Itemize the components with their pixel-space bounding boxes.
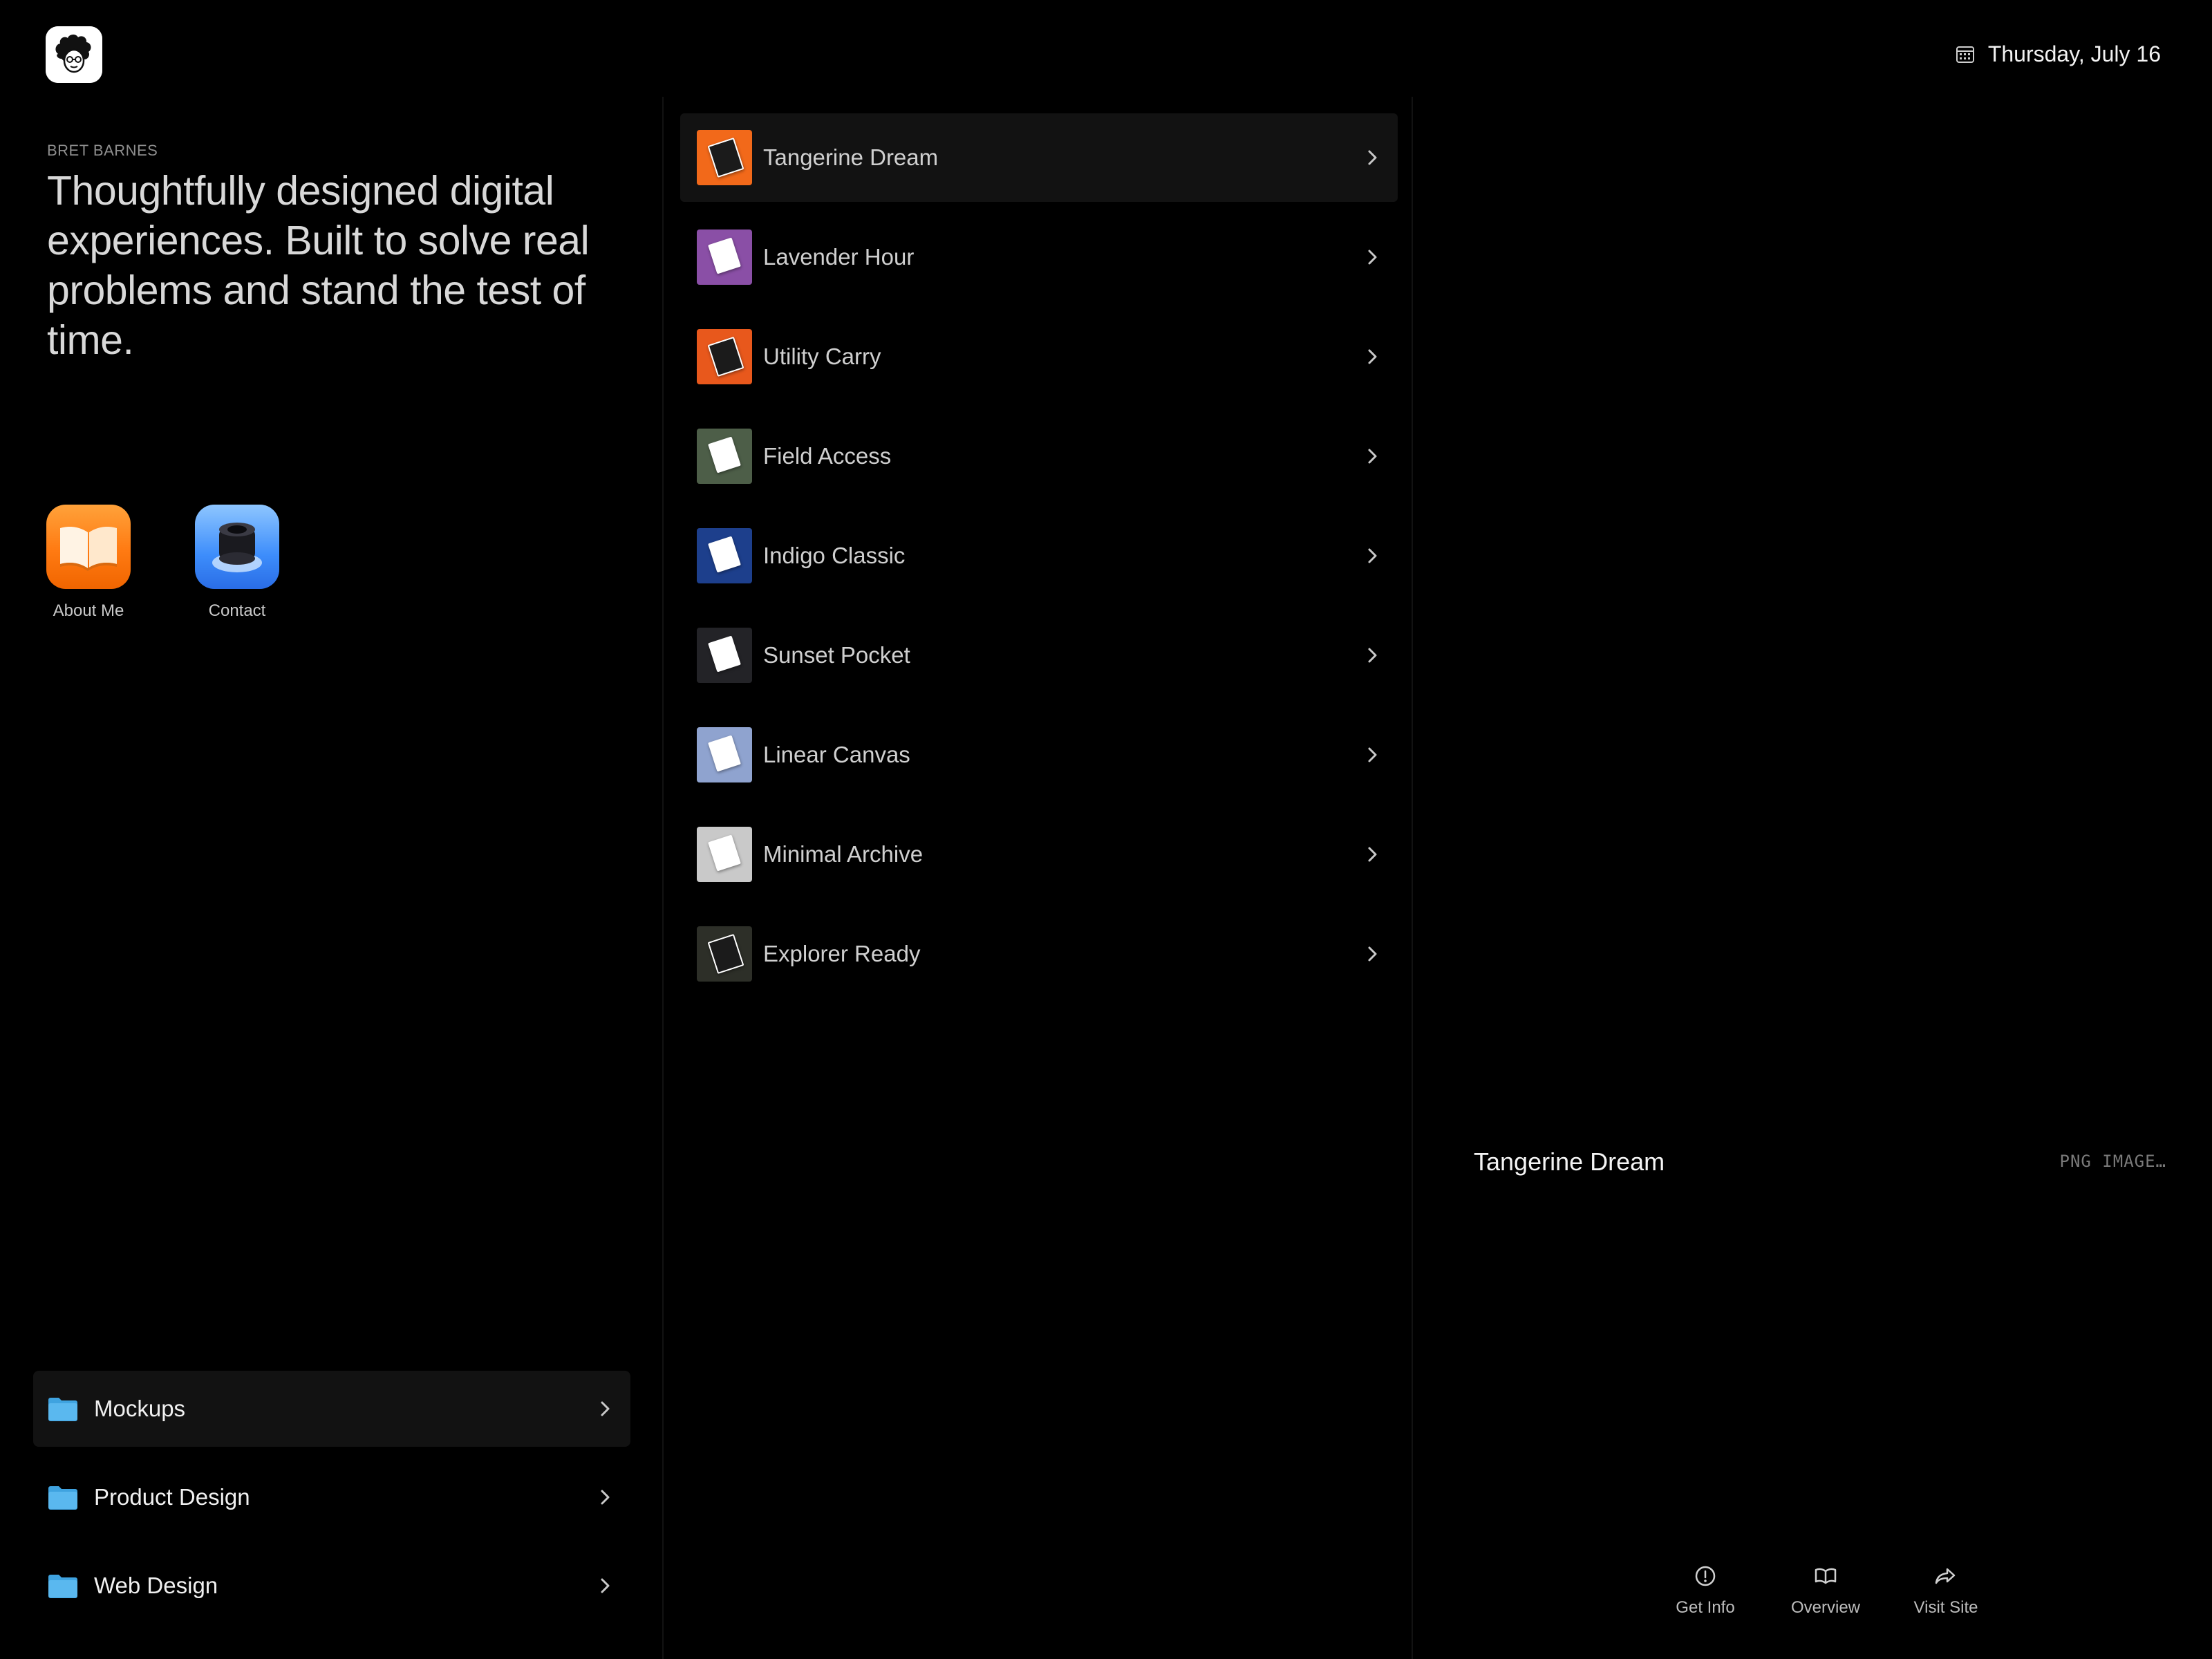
folder-icon (48, 1486, 77, 1510)
folder-label: Product Design (94, 1484, 250, 1510)
list-item[interactable]: Minimal Archive (680, 810, 1398, 899)
project-thumbnail (697, 628, 752, 683)
item-label: Lavender Hour (763, 244, 915, 270)
item-label: Indigo Classic (763, 543, 906, 568)
app-label: Contact (208, 601, 266, 620)
list-item[interactable]: Field Access (680, 412, 1398, 500)
item-label: Sunset Pocket (763, 642, 910, 668)
info-icon (1695, 1566, 1716, 1586)
item-label: Explorer Ready (763, 941, 921, 966)
item-label: Minimal Archive (763, 841, 924, 867)
chevron-right-icon (1368, 250, 1377, 265)
chevron-right-icon (1368, 349, 1377, 364)
file-type-label: PNG IMAGE… (2059, 1152, 2166, 1171)
item-label: Field Access (763, 443, 892, 469)
chevron-right-icon (1368, 548, 1377, 563)
book-app-icon (46, 505, 131, 589)
chevron-right-icon (1368, 747, 1377, 762)
project-thumbnail (697, 429, 752, 484)
book-open-icon (1815, 1568, 1837, 1584)
contact-app-icon (195, 505, 279, 589)
visit-site-button[interactable]: Visit Site (1886, 1564, 2006, 1618)
preview-title: Tangerine Dream (1474, 1147, 1665, 1176)
list-item[interactable]: Explorer Ready (680, 910, 1398, 998)
chevron-right-icon (1368, 648, 1377, 663)
list-item[interactable]: Sunset Pocket (680, 611, 1398, 700)
chevron-right-icon (1368, 449, 1377, 464)
project-thumbnail (697, 926, 752, 982)
folder-icon (48, 1398, 77, 1421)
folder-label: Web Design (94, 1573, 218, 1598)
overview-button[interactable]: Overview (1765, 1564, 1886, 1618)
chevron-right-icon (601, 1490, 610, 1505)
list-item[interactable]: Linear Canvas (680, 711, 1398, 799)
project-list: Tangerine Dream Lavender Hour Utility Ca… (680, 113, 1398, 1009)
chevron-right-icon (1368, 847, 1377, 862)
author-name: BRET BARNES (47, 142, 158, 159)
date-display: Thursday, July 16 (1955, 40, 2161, 68)
project-thumbnail (697, 528, 752, 583)
chevron-right-icon (1368, 150, 1377, 165)
column-divider (662, 97, 664, 1659)
list-item[interactable]: Utility Carry (680, 312, 1398, 401)
folder-product-design[interactable]: Product Design (33, 1459, 630, 1535)
action-label: Overview (1790, 1598, 1861, 1617)
preview-actions: Get Info Overview Visit Site (1645, 1564, 2006, 1618)
app-label: About Me (53, 601, 124, 620)
folder-mockups[interactable]: Mockups (33, 1371, 630, 1447)
column-divider (1412, 97, 1413, 1659)
date-text: Thursday, July 16 (1987, 41, 2161, 66)
project-thumbnail (697, 329, 752, 384)
project-thumbnail (697, 130, 752, 185)
list-item[interactable]: Tangerine Dream (680, 113, 1398, 202)
list-item[interactable]: Indigo Classic (680, 512, 1398, 600)
item-label: Linear Canvas (763, 742, 910, 767)
item-label: Utility Carry (763, 344, 881, 369)
app-contact[interactable]: Contact (175, 505, 299, 621)
chevron-right-icon (1368, 946, 1377, 962)
action-label: Visit Site (1913, 1598, 1978, 1617)
item-label: Tangerine Dream (763, 144, 939, 170)
project-thumbnail (697, 229, 752, 285)
calendar-icon (1956, 46, 1974, 63)
list-item[interactable]: Lavender Hour (680, 213, 1398, 301)
get-info-button[interactable]: Get Info (1645, 1564, 1765, 1618)
folder-label: Mockups (94, 1396, 186, 1421)
chevron-right-icon (601, 1578, 610, 1593)
chevron-right-icon (601, 1401, 610, 1416)
left-panel: BRET BARNES Thoughtfully designed digita… (0, 0, 662, 1659)
tagline: Thoughtfully designed digital experience… (47, 168, 590, 363)
share-arrow-icon (1935, 1568, 1956, 1584)
project-thumbnail (697, 727, 752, 782)
folder-web-design[interactable]: Web Design (33, 1548, 630, 1624)
folder-icon (48, 1575, 77, 1598)
folder-list: Mockups Product Design Web Design (33, 1371, 630, 1636)
action-label: Get Info (1676, 1598, 1735, 1617)
project-thumbnail (697, 827, 752, 882)
app-about-me[interactable]: About Me (26, 505, 151, 621)
